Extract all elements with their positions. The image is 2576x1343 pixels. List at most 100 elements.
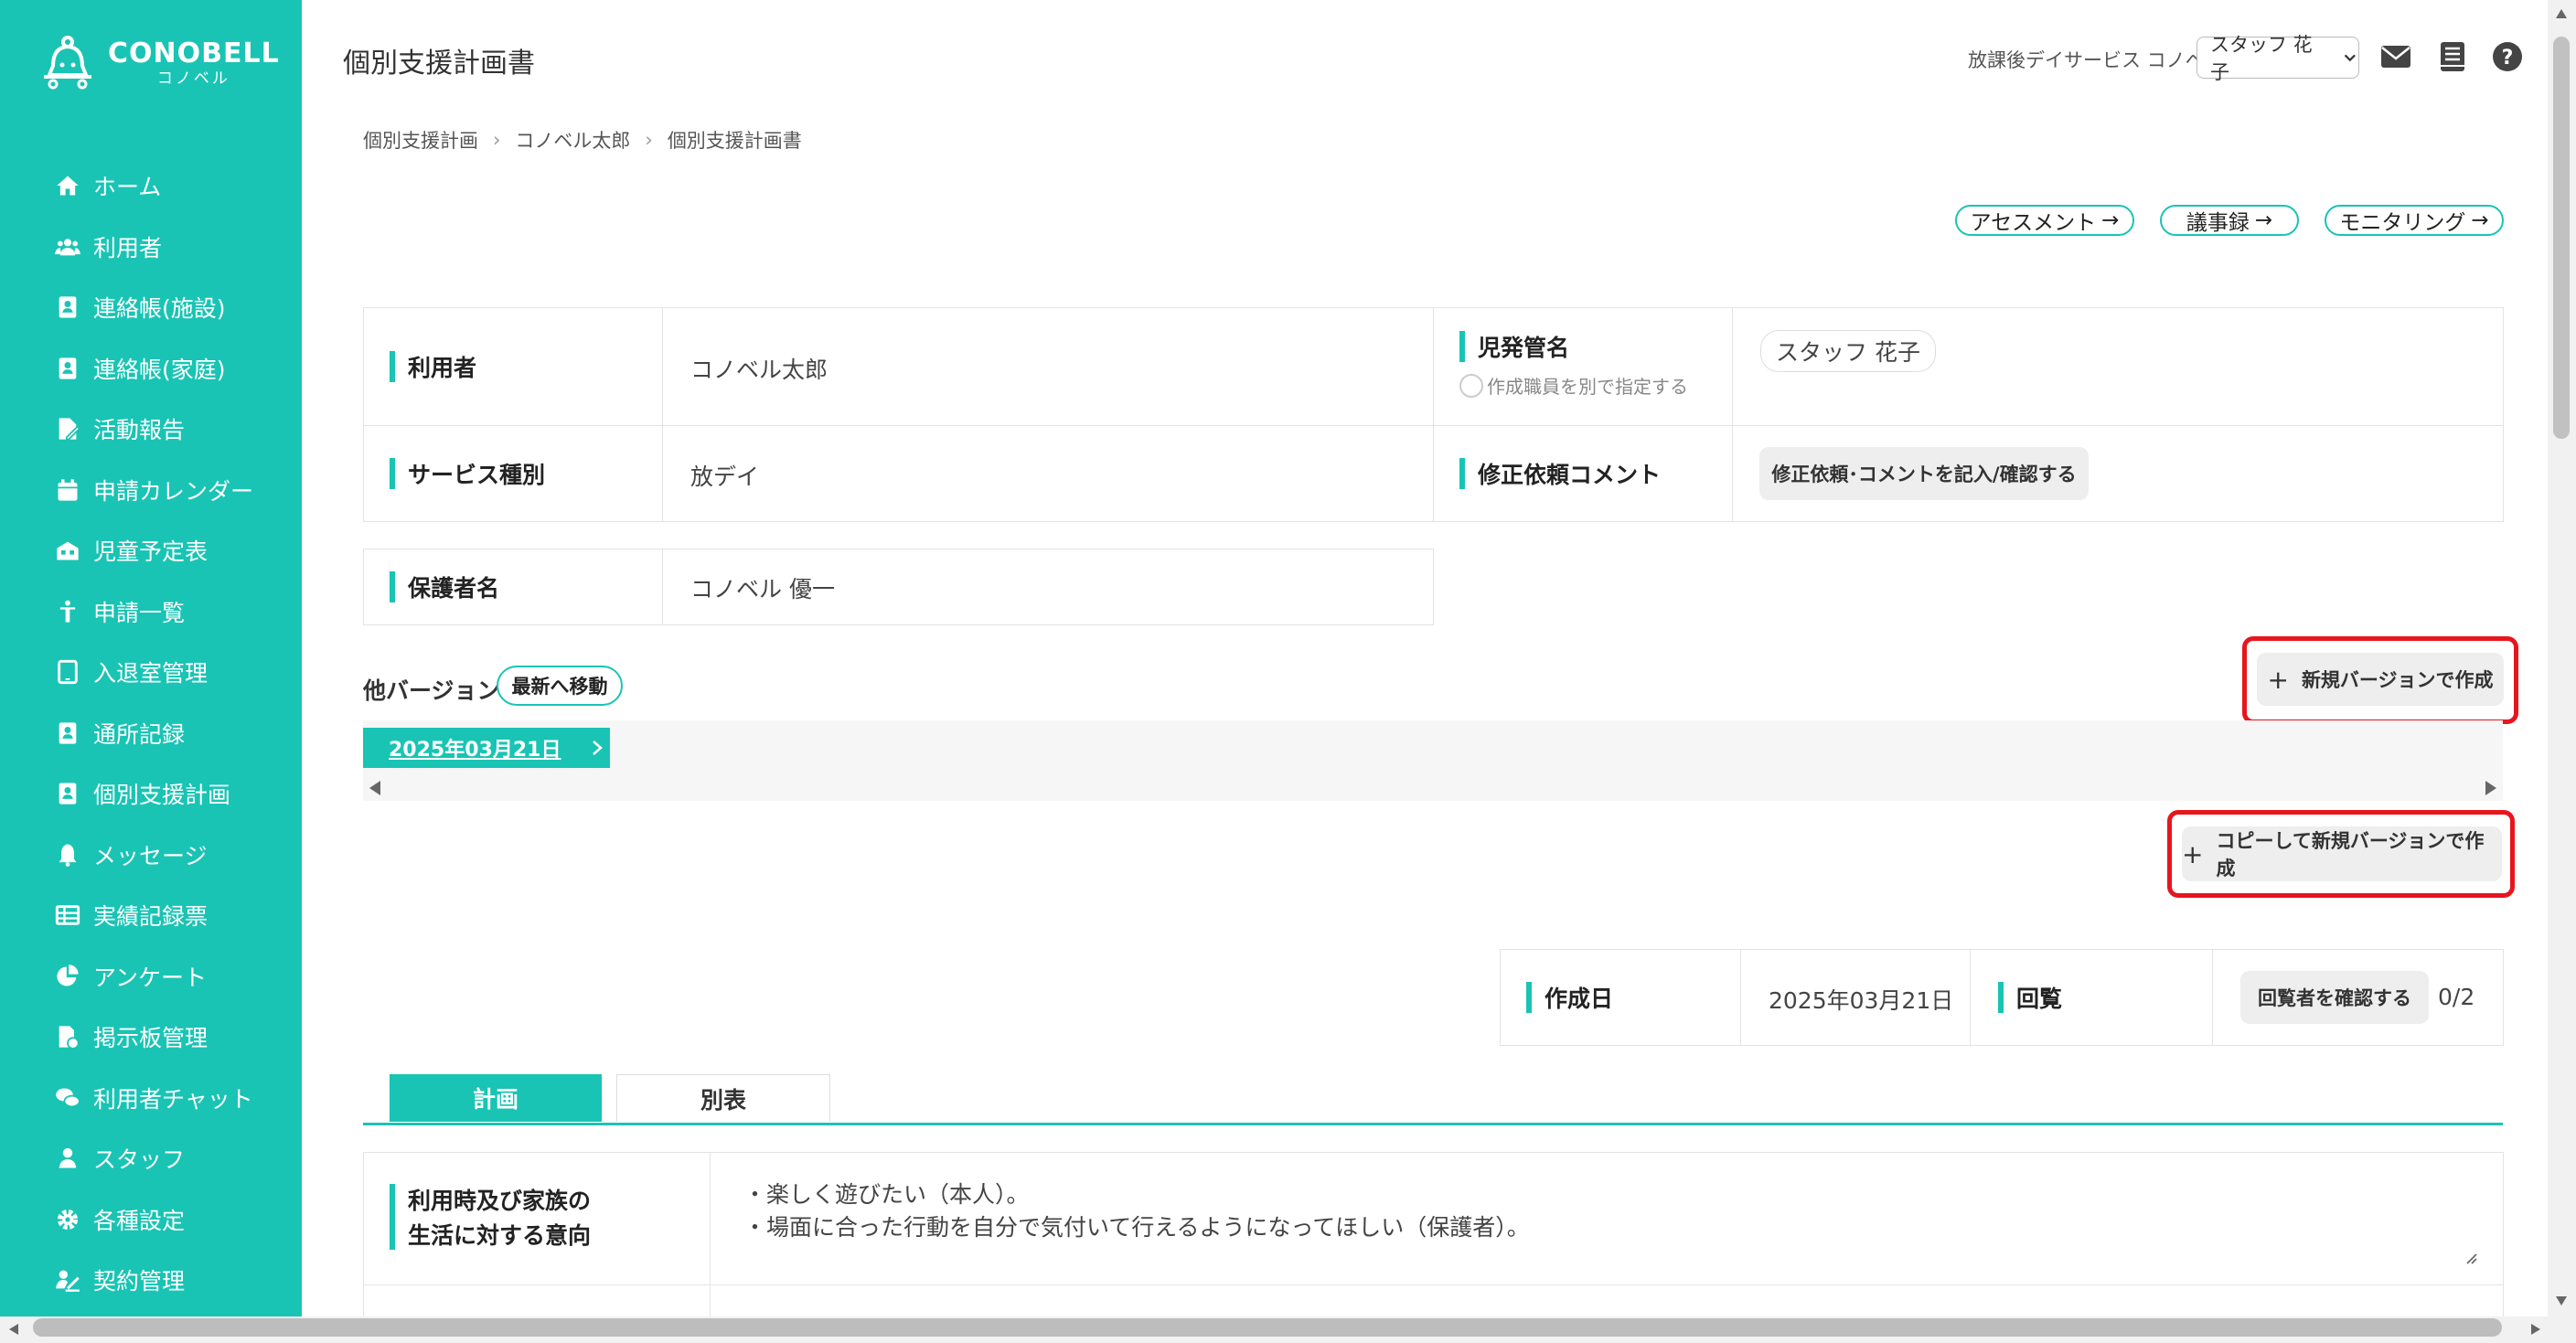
vertical-scroll-thumb[interactable] — [2553, 37, 2570, 439]
help-icon[interactable]: ? — [2491, 40, 2524, 73]
created-label: 作成日 — [1545, 986, 1614, 1012]
intent-label-line: 生活に対する意向 — [408, 1222, 592, 1249]
version-chip[interactable]: 2025年03月21日 — [363, 728, 610, 768]
created-value-cell: 2025年03月21日 — [1740, 949, 1971, 1046]
copy-new-version-button[interactable]: + コピーして新規バージョンで作成 — [2182, 826, 2502, 881]
sidebar-item-contact-home[interactable]: 連絡帳(家庭) — [0, 338, 302, 400]
manager-label: 児発管名 — [1478, 335, 1570, 361]
sidebar-item-contract[interactable]: 契約管理 — [0, 1250, 302, 1311]
tab-underline — [363, 1123, 2503, 1125]
comment-button[interactable]: 修正依頼･コメントを記入/確認する — [1759, 447, 2089, 500]
sidebar-item-activity-report[interactable]: 活動報告 — [0, 399, 302, 460]
intent-label-cell: 利用時及び家族の 生活に対する意向 — [363, 1152, 711, 1285]
minutes-link[interactable]: 議事録 → — [2160, 205, 2299, 236]
guardian-label-cell: 保護者名 — [363, 549, 663, 625]
scroll-up-icon[interactable] — [2554, 7, 2569, 20]
new-version-button[interactable]: + 新規バージョンで作成 — [2257, 653, 2504, 706]
sidebar-item-label: ホーム — [93, 174, 162, 201]
sidebar-item-attendance[interactable]: 通所記録 — [0, 703, 302, 764]
scroll-left-icon[interactable] — [7, 1322, 20, 1337]
brand-name: CONOBELL — [108, 37, 280, 69]
tab-plan[interactable]: 計画 — [390, 1074, 602, 1122]
sidebar-item-support-plan[interactable]: 個別支援計画 — [0, 763, 302, 825]
sidebar-item-performance-record[interactable]: 実績記録票 — [0, 885, 302, 946]
sidebar-item-label: 連絡帳(施設) — [93, 295, 226, 323]
chat-icon — [56, 1088, 80, 1107]
service-value: 放デイ — [690, 464, 760, 490]
manual-book-icon[interactable] — [2436, 40, 2469, 73]
scroll-left-icon[interactable] — [368, 779, 382, 797]
bell-icon — [59, 844, 77, 867]
comment-label-cell: 修正依頼コメント — [1433, 425, 1733, 522]
radio-button[interactable] — [1459, 373, 1483, 398]
breadcrumb-item: 個別支援計画書 — [667, 130, 802, 152]
version-strip[interactable] — [363, 720, 2503, 801]
sidebar-item-label: メッセージ — [93, 842, 208, 869]
resize-handle-icon[interactable] — [2463, 1250, 2477, 1264]
tab-appendix[interactable]: 別表 — [616, 1074, 830, 1122]
breadcrumb-separator-icon: › — [493, 129, 501, 151]
chevron-right-icon — [593, 741, 604, 755]
sidebar-item-label: 掲示板管理 — [93, 1025, 208, 1052]
user-value-cell: コノベル太郎 — [662, 307, 1434, 426]
sidebar-item-contact-facility[interactable]: 連絡帳(施設) — [0, 277, 302, 338]
circulation-label-cell: 回覧 — [1970, 949, 2213, 1046]
contact-book-icon — [59, 722, 77, 744]
sidebar-item-label: 利用者 — [93, 234, 163, 261]
scroll-right-icon[interactable] — [2529, 1322, 2542, 1337]
sidebar-item-survey[interactable]: アンケート — [0, 946, 302, 1007]
staff-select[interactable]: スタッフ 花子 — [2197, 34, 2359, 83]
sidebar-item-request-calendar[interactable]: 申請カレンダー — [0, 460, 302, 521]
sidebar-item-staff[interactable]: スタッフ — [0, 1128, 302, 1189]
sidebar: CONOBELL コノベル ホーム 利用者 連絡帳(施設) 連絡帳(家庭) 活動… — [0, 0, 302, 1316]
scroll-down-icon[interactable] — [2554, 1295, 2569, 1307]
sidebar-nav: ホーム 利用者 連絡帳(施設) 連絡帳(家庭) 活動報告 申請カレンダー 児童予… — [0, 155, 302, 1311]
logo[interactable]: CONOBELL コノベル — [40, 35, 280, 91]
schedule-icon — [57, 541, 79, 560]
scroll-right-icon[interactable] — [2484, 779, 2498, 797]
mail-icon[interactable] — [2379, 40, 2412, 73]
sidebar-item-users[interactable]: 利用者 — [0, 217, 302, 278]
manager-radio-option[interactable]: 作成職員を別で指定する — [1459, 372, 1732, 399]
monitoring-link[interactable]: モニタリング → — [2325, 205, 2504, 236]
pie-chart-icon — [57, 964, 79, 986]
breadcrumb-item[interactable]: コノベル太郎 — [515, 126, 630, 154]
sidebar-item-label: 利用者チャット — [93, 1085, 253, 1113]
sidebar-item-settings[interactable]: 各種設定 — [0, 1189, 302, 1251]
created-value: 2025年03月21日 — [1769, 987, 1954, 1014]
manager-chip[interactable]: スタッフ 花子 — [1760, 330, 1936, 372]
sidebar-item-label: 連絡帳(家庭) — [93, 356, 226, 383]
sidebar-item-label: 各種設定 — [93, 1207, 186, 1234]
intent-text-line: ・場面に合った行動を自分で気付いて行えるようになってほしい（保護者）。 — [743, 1214, 1530, 1241]
service-value-cell: 放デイ — [662, 425, 1434, 522]
new-version-label: 新規バージョンで作成 — [2301, 669, 2494, 691]
intent-text-line: ・楽しく遊びたい（本人）。 — [743, 1181, 1030, 1208]
next-row-value-cell — [710, 1284, 2504, 1316]
assessment-link[interactable]: アセスメント → — [1955, 205, 2134, 236]
breadcrumb-item[interactable]: 個別支援計画 — [363, 126, 478, 154]
sidebar-item-label: 通所記録 — [93, 720, 186, 748]
contact-book-icon — [59, 296, 77, 318]
sidebar-item-home[interactable]: ホーム — [0, 155, 302, 217]
breadcrumb-separator-icon: › — [645, 129, 653, 151]
arrow-right-icon: → — [2254, 208, 2273, 232]
service-label: サービス種別 — [408, 462, 546, 488]
check-circulators-button[interactable]: 回覧者を確認する — [2240, 971, 2429, 1024]
horizontal-scroll-thumb[interactable] — [33, 1318, 2502, 1337]
brand-sub: コノベル — [156, 69, 230, 88]
sidebar-item-board[interactable]: 掲示板管理 — [0, 1007, 302, 1068]
assessment-link-label: アセスメント — [1970, 211, 2097, 235]
sidebar-item-label: スタッフ — [93, 1146, 186, 1174]
sidebar-item-request-list[interactable]: 申請一覧 — [0, 581, 302, 643]
user-label: 利用者 — [408, 355, 477, 381]
users-icon — [55, 239, 80, 256]
version-date: 2025年03月21日 — [389, 739, 561, 762]
sidebar-item-entry-exit[interactable]: 入退室管理 — [0, 642, 302, 703]
manager-label-cell: 児発管名 作成職員を別で指定する — [1433, 307, 1733, 426]
plus-icon: + — [2182, 838, 2204, 869]
move-to-latest-button[interactable]: 最新へ移動 — [497, 666, 623, 706]
intent-textarea[interactable]: ・楽しく遊びたい（本人）。 ・場面に合った行動を自分で気付いて行えるようになって… — [710, 1152, 2504, 1285]
sidebar-item-messages[interactable]: メッセージ — [0, 825, 302, 886]
sidebar-item-user-chat[interactable]: 利用者チャット — [0, 1068, 302, 1129]
sidebar-item-child-schedule[interactable]: 児童予定表 — [0, 520, 302, 581]
